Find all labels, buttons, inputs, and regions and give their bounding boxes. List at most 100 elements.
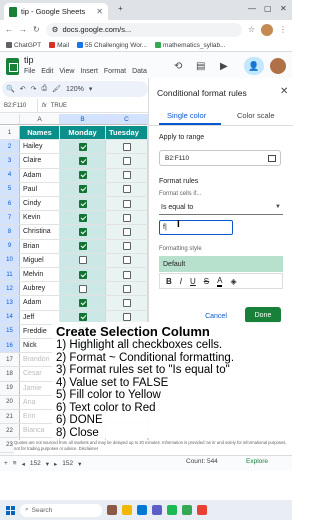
add-sheet-icon[interactable]: + bbox=[4, 460, 8, 467]
row-number[interactable]: 10 bbox=[0, 253, 20, 267]
checkbox-cell[interactable] bbox=[60, 211, 106, 225]
checkbox-cell[interactable]: Monday bbox=[60, 126, 106, 140]
sheet-count[interactable]: 152 bbox=[30, 460, 41, 467]
forward-icon[interactable]: → bbox=[19, 25, 27, 34]
name-cell[interactable]: Kevin bbox=[20, 211, 60, 225]
scroll-left-icon[interactable]: ◂ bbox=[22, 460, 25, 468]
bookmark-item[interactable]: Mail bbox=[49, 42, 69, 49]
tab-color-scale[interactable]: Color scale bbox=[237, 111, 275, 120]
checkbox[interactable] bbox=[122, 270, 131, 279]
checkbox-cell[interactable] bbox=[106, 168, 148, 182]
value-input[interactable]: f| bbox=[159, 220, 233, 235]
checkbox[interactable] bbox=[122, 213, 131, 222]
bookmark-item[interactable]: mathematics_syllab... bbox=[155, 42, 226, 49]
url-field[interactable]: ⚙ docs.google.com/s... bbox=[45, 22, 242, 37]
share-button[interactable]: 👤 bbox=[244, 57, 264, 75]
checkbox[interactable] bbox=[122, 199, 131, 208]
teams-icon[interactable] bbox=[152, 505, 162, 515]
back-icon[interactable]: ← bbox=[5, 25, 13, 34]
condition-select[interactable]: Is equal to ▼ bbox=[159, 201, 283, 215]
name-cell[interactable]: Paul bbox=[20, 182, 60, 196]
checkbox-cell[interactable] bbox=[60, 268, 106, 282]
history-icon[interactable]: ⟲ bbox=[174, 61, 182, 72]
row-number[interactable]: 20 bbox=[0, 395, 20, 409]
row-number[interactable]: 7 bbox=[0, 211, 20, 225]
checkbox-cell[interactable] bbox=[60, 154, 106, 168]
menu-format[interactable]: Format bbox=[104, 68, 126, 75]
fill-color-icon[interactable]: ◈ bbox=[230, 277, 236, 286]
redo-icon[interactable]: ↷ bbox=[31, 85, 37, 93]
row-number[interactable]: 15 bbox=[0, 324, 20, 338]
reload-icon[interactable]: ↻ bbox=[33, 25, 40, 34]
scroll-right-icon[interactable]: ▸ bbox=[54, 460, 57, 468]
italic-button[interactable]: I bbox=[180, 277, 182, 286]
checkbox-cell[interactable] bbox=[60, 168, 106, 182]
row-number[interactable]: 2 bbox=[0, 140, 20, 154]
explore-button[interactable]: Explore bbox=[246, 458, 268, 465]
windows-start-icon[interactable] bbox=[6, 505, 15, 515]
file-explorer-icon[interactable] bbox=[122, 505, 132, 515]
checkbox[interactable] bbox=[78, 227, 87, 236]
checkbox-cell[interactable] bbox=[106, 182, 148, 196]
row-number[interactable]: 22 bbox=[0, 424, 20, 438]
taskbar-app-icon[interactable] bbox=[107, 505, 117, 515]
all-sheets-icon[interactable]: ≡ bbox=[13, 460, 17, 467]
checkbox[interactable] bbox=[78, 270, 87, 279]
row-number[interactable]: 4 bbox=[0, 168, 20, 182]
checkbox[interactable] bbox=[122, 242, 131, 251]
formula-input[interactable]: TRUE bbox=[51, 103, 67, 109]
site-info-icon[interactable]: ⚙ bbox=[52, 25, 59, 34]
row-number[interactable]: 9 bbox=[0, 239, 20, 253]
menu-view[interactable]: View bbox=[59, 68, 74, 75]
chrome-icon[interactable] bbox=[182, 505, 192, 515]
checkbox-cell[interactable] bbox=[106, 239, 148, 253]
zoom-select[interactable]: 120% bbox=[66, 86, 84, 93]
bookmark-item[interactable]: 55 Challenging Wor... bbox=[77, 42, 147, 49]
checkbox-cell[interactable] bbox=[60, 225, 106, 239]
checkbox[interactable] bbox=[78, 313, 87, 322]
name-cell[interactable]: Miguel bbox=[20, 253, 60, 267]
document-title[interactable]: tip bbox=[24, 55, 34, 65]
checkbox[interactable] bbox=[78, 298, 87, 307]
menu-data[interactable]: Data bbox=[132, 68, 147, 75]
row-number[interactable]: 11 bbox=[0, 268, 20, 282]
checkbox-cell[interactable] bbox=[60, 282, 106, 296]
close-icon[interactable]: ✕ bbox=[280, 86, 288, 97]
name-cell[interactable]: Cindy bbox=[20, 197, 60, 211]
row-number[interactable]: 19 bbox=[0, 381, 20, 395]
meet-icon[interactable]: ▶ bbox=[220, 61, 228, 72]
checkbox[interactable] bbox=[78, 142, 87, 151]
done-button[interactable]: Done bbox=[245, 307, 281, 323]
row-number[interactable]: 17 bbox=[0, 353, 20, 367]
minimize-icon[interactable]: — bbox=[248, 4, 256, 13]
taskbar-app-icon[interactable] bbox=[197, 505, 207, 515]
menu-file[interactable]: File bbox=[24, 68, 35, 75]
row-number[interactable]: 5 bbox=[0, 182, 20, 196]
checkbox-cell[interactable] bbox=[106, 140, 148, 154]
checkbox[interactable] bbox=[122, 185, 131, 194]
spotify-icon[interactable] bbox=[167, 505, 177, 515]
edge-icon[interactable] bbox=[137, 505, 147, 515]
checkbox[interactable] bbox=[122, 142, 131, 151]
checkbox[interactable] bbox=[78, 171, 87, 180]
row-number[interactable]: 14 bbox=[0, 310, 20, 324]
checkbox[interactable] bbox=[78, 156, 87, 165]
menu-insert[interactable]: Insert bbox=[80, 68, 98, 75]
tab-single-color[interactable]: Single color bbox=[167, 111, 206, 120]
checkbox[interactable] bbox=[78, 242, 87, 251]
name-box[interactable]: B2:F110 bbox=[0, 99, 38, 112]
checkbox[interactable] bbox=[122, 156, 131, 165]
column-header[interactable]: B bbox=[60, 114, 106, 125]
checkbox[interactable] bbox=[78, 199, 87, 208]
name-cell[interactable]: Adam bbox=[20, 168, 60, 182]
checkbox[interactable] bbox=[122, 313, 131, 322]
count-summary[interactable]: Count: 544 bbox=[186, 458, 218, 465]
name-cell[interactable]: Names bbox=[20, 126, 60, 140]
checkbox-cell[interactable] bbox=[106, 282, 148, 296]
name-cell[interactable]: Adam bbox=[20, 296, 60, 310]
checkbox-cell[interactable] bbox=[60, 253, 106, 267]
row-number[interactable]: 1 bbox=[0, 126, 20, 140]
chevron-down-icon[interactable]: ▾ bbox=[89, 85, 93, 93]
name-cell[interactable]: Hailey bbox=[20, 140, 60, 154]
user-avatar[interactable] bbox=[270, 58, 286, 74]
